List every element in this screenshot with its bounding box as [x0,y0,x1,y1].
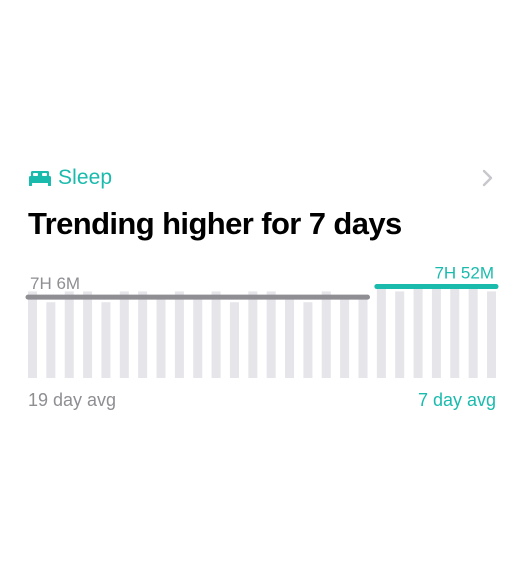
sleep-bar [46,302,56,378]
sleep-trend-card[interactable]: 7H 6M 19 day avg 7H 52M 7 day avg Sleep Tre… [0,0,522,570]
sleep-bar [64,291,74,378]
sleep-bar [431,286,441,378]
sleep-bar [193,296,203,378]
sleep-bar [211,291,221,378]
period-label-19-day: 19 day avg [28,390,116,410]
sleep-bar [285,296,295,378]
sleep-bar [413,286,423,378]
sleep-bar [376,286,386,378]
sleep-bar [83,291,93,378]
sleep-bar [468,286,478,378]
sleep-bar [156,296,166,378]
sleep-bar [174,291,184,378]
category-label: Sleep [58,166,113,189]
sleep-bar [101,302,111,378]
sleep-bar [303,302,313,378]
sleep-bar [28,291,37,378]
sleep-trend-chart: 7H 6M 19 day avg 7H 52M 7 day avg [25,264,499,410]
period-label-7-day: 7 day avg [418,390,496,410]
avg-value-19-day: 7H 6M [30,274,80,293]
avg-value-7-day: 7H 52M [434,264,494,283]
sleep-bar [395,291,405,378]
sleep-bar [358,296,368,378]
bed-icon [29,171,51,186]
sleep-bar [487,291,496,378]
sleep-bar [138,291,148,378]
sleep-bar [119,291,129,378]
sleep-bar [340,296,350,378]
sleep-bar [321,291,331,378]
sleep-bar [229,302,239,378]
chevron-right-icon[interactable] [478,166,496,190]
card-header: Sleep [28,164,496,192]
trend-title: Trending higher for 7 days [28,206,402,241]
sleep-bar [450,286,460,378]
sleep-bar [248,291,258,378]
sleep-bar [266,291,276,378]
